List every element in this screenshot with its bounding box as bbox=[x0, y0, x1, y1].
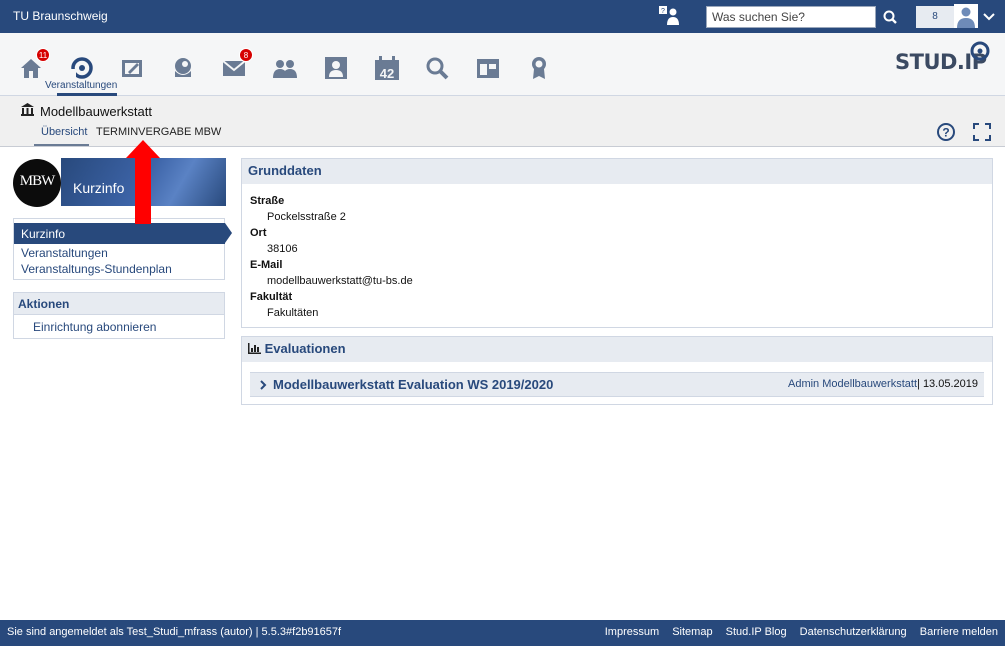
footer-link-impressum[interactable]: Impressum bbox=[605, 626, 659, 638]
footer: Sie sind angemeldet als Test_Studi_mfras… bbox=[0, 620, 1005, 646]
workspace-icon[interactable] bbox=[119, 55, 145, 81]
footer-link-barriere[interactable]: Barriere melden bbox=[920, 626, 998, 638]
email-link[interactable]: modellbauwerkstatt@tu-bs.de bbox=[267, 275, 413, 287]
sidebar-item-veranstaltungen[interactable]: Veranstaltungen bbox=[21, 246, 108, 260]
evaluation-date: 13.05.2019 bbox=[922, 378, 978, 390]
sidebar-item-stundenplan[interactable]: Veranstaltungs-Stundenplan bbox=[21, 262, 172, 276]
field-label: Fakultät bbox=[250, 291, 293, 303]
search-nav-icon[interactable] bbox=[424, 55, 450, 81]
active-nav-label[interactable]: Veranstaltungen bbox=[45, 80, 117, 91]
contacts-icon[interactable] bbox=[272, 55, 298, 81]
annotation-arrow bbox=[126, 140, 160, 224]
evaluation-meta: Admin Modellbauwerkstatt| 13.05.2019 bbox=[788, 378, 978, 390]
footer-links: Impressum Sitemap Stud.IP Blog Datenschu… bbox=[595, 626, 998, 638]
evaluationen-panel: Evaluationen Modellbauwerkstatt Evaluati… bbox=[241, 336, 993, 405]
calendar-day-label: 42 bbox=[380, 66, 394, 81]
field-label: Ort bbox=[250, 227, 267, 239]
courses-icon[interactable] bbox=[69, 55, 95, 81]
footer-link-blog[interactable]: Stud.IP Blog bbox=[726, 626, 787, 638]
institute-logo: MBW bbox=[13, 159, 61, 207]
field-value: Fakultäten bbox=[267, 307, 319, 319]
messages-badge: 8 bbox=[239, 48, 253, 62]
evaluation-title[interactable]: Modellbauwerkstatt Evaluation WS 2019/20… bbox=[273, 377, 553, 392]
sidebar-item-kurzinfo[interactable]: Kurzinfo bbox=[14, 223, 225, 244]
help-center-icon[interactable]: ? bbox=[658, 5, 682, 27]
footer-link-sitemap[interactable]: Sitemap bbox=[672, 626, 712, 638]
institute-icon bbox=[20, 102, 35, 117]
help-icon[interactable]: ? bbox=[936, 122, 956, 142]
studip-logo[interactable]: STUD.IP bbox=[895, 41, 995, 78]
login-status: Sie sind angemeldet als Test_Studi_mfras… bbox=[7, 626, 342, 638]
community-icon[interactable] bbox=[170, 55, 196, 81]
page-title: Modellbauwerkstatt bbox=[40, 104, 152, 119]
home-badge: 11 bbox=[36, 48, 50, 62]
brand-name[interactable]: TU Braunschweig bbox=[13, 9, 108, 23]
subscribe-action[interactable]: Einrichtung abonnieren bbox=[33, 320, 156, 334]
svg-text:?: ? bbox=[661, 8, 665, 15]
actions-title: Aktionen bbox=[14, 293, 224, 315]
evaluationen-title: Evaluationen bbox=[264, 341, 346, 356]
grunddaten-panel: Grunddaten Straße Pockelsstraße 2 Ort 38… bbox=[241, 158, 993, 328]
field-label: Straße bbox=[250, 195, 285, 207]
field-label: E-Mail bbox=[250, 259, 283, 271]
evaluation-author[interactable]: Admin Modellbauwerkstatt bbox=[788, 378, 917, 390]
search-input[interactable]: Was suchen Sie? bbox=[706, 6, 876, 28]
messages-icon[interactable]: 8 bbox=[221, 48, 253, 81]
avatar[interactable] bbox=[954, 4, 978, 28]
bar-chart-icon bbox=[248, 343, 261, 354]
tools-icon[interactable] bbox=[475, 55, 501, 81]
active-item-arrow bbox=[225, 223, 232, 243]
search-icon[interactable] bbox=[878, 6, 902, 28]
field-value: 38106 bbox=[267, 243, 298, 255]
calendar-icon[interactable]: 42 bbox=[374, 55, 400, 81]
evaluation-row[interactable]: Modellbauwerkstatt Evaluation WS 2019/20… bbox=[250, 372, 984, 397]
sidebar-actions: Aktionen Einrichtung abonnieren bbox=[13, 292, 225, 339]
tab-overview[interactable]: Übersicht bbox=[41, 126, 87, 138]
chevron-right-icon[interactable] bbox=[258, 379, 268, 391]
chevron-down-icon[interactable] bbox=[982, 11, 996, 23]
meta-separator: | bbox=[917, 378, 920, 390]
evaluationen-header: Evaluationen bbox=[242, 337, 992, 362]
fullscreen-icon[interactable] bbox=[972, 122, 992, 142]
top-bar: TU Braunschweig ? Was suchen Sie? 8 bbox=[0, 0, 1005, 33]
notification-counter[interactable]: 8 bbox=[916, 6, 954, 28]
svg-text:?: ? bbox=[942, 126, 949, 140]
home-icon[interactable]: 11 bbox=[18, 48, 50, 81]
institute-logo-text: MBW bbox=[19, 173, 56, 189]
tab-terminvergabe[interactable]: TERMINVERGABE MBW bbox=[96, 126, 221, 138]
footer-link-datenschutz[interactable]: Datenschutzerklärung bbox=[800, 626, 907, 638]
sidebar-navigation: Kurzinfo Veranstaltungen Veranstaltungs-… bbox=[13, 218, 232, 280]
award-icon[interactable] bbox=[526, 55, 552, 81]
field-value: Pockelsstraße 2 bbox=[267, 211, 346, 223]
profile-icon[interactable] bbox=[323, 55, 349, 81]
active-tab-underline bbox=[34, 144, 89, 146]
grunddaten-title: Grunddaten bbox=[242, 159, 992, 184]
main-navigation: 11 8 42 Veranstaltungen STUD.IP bbox=[0, 33, 1005, 96]
